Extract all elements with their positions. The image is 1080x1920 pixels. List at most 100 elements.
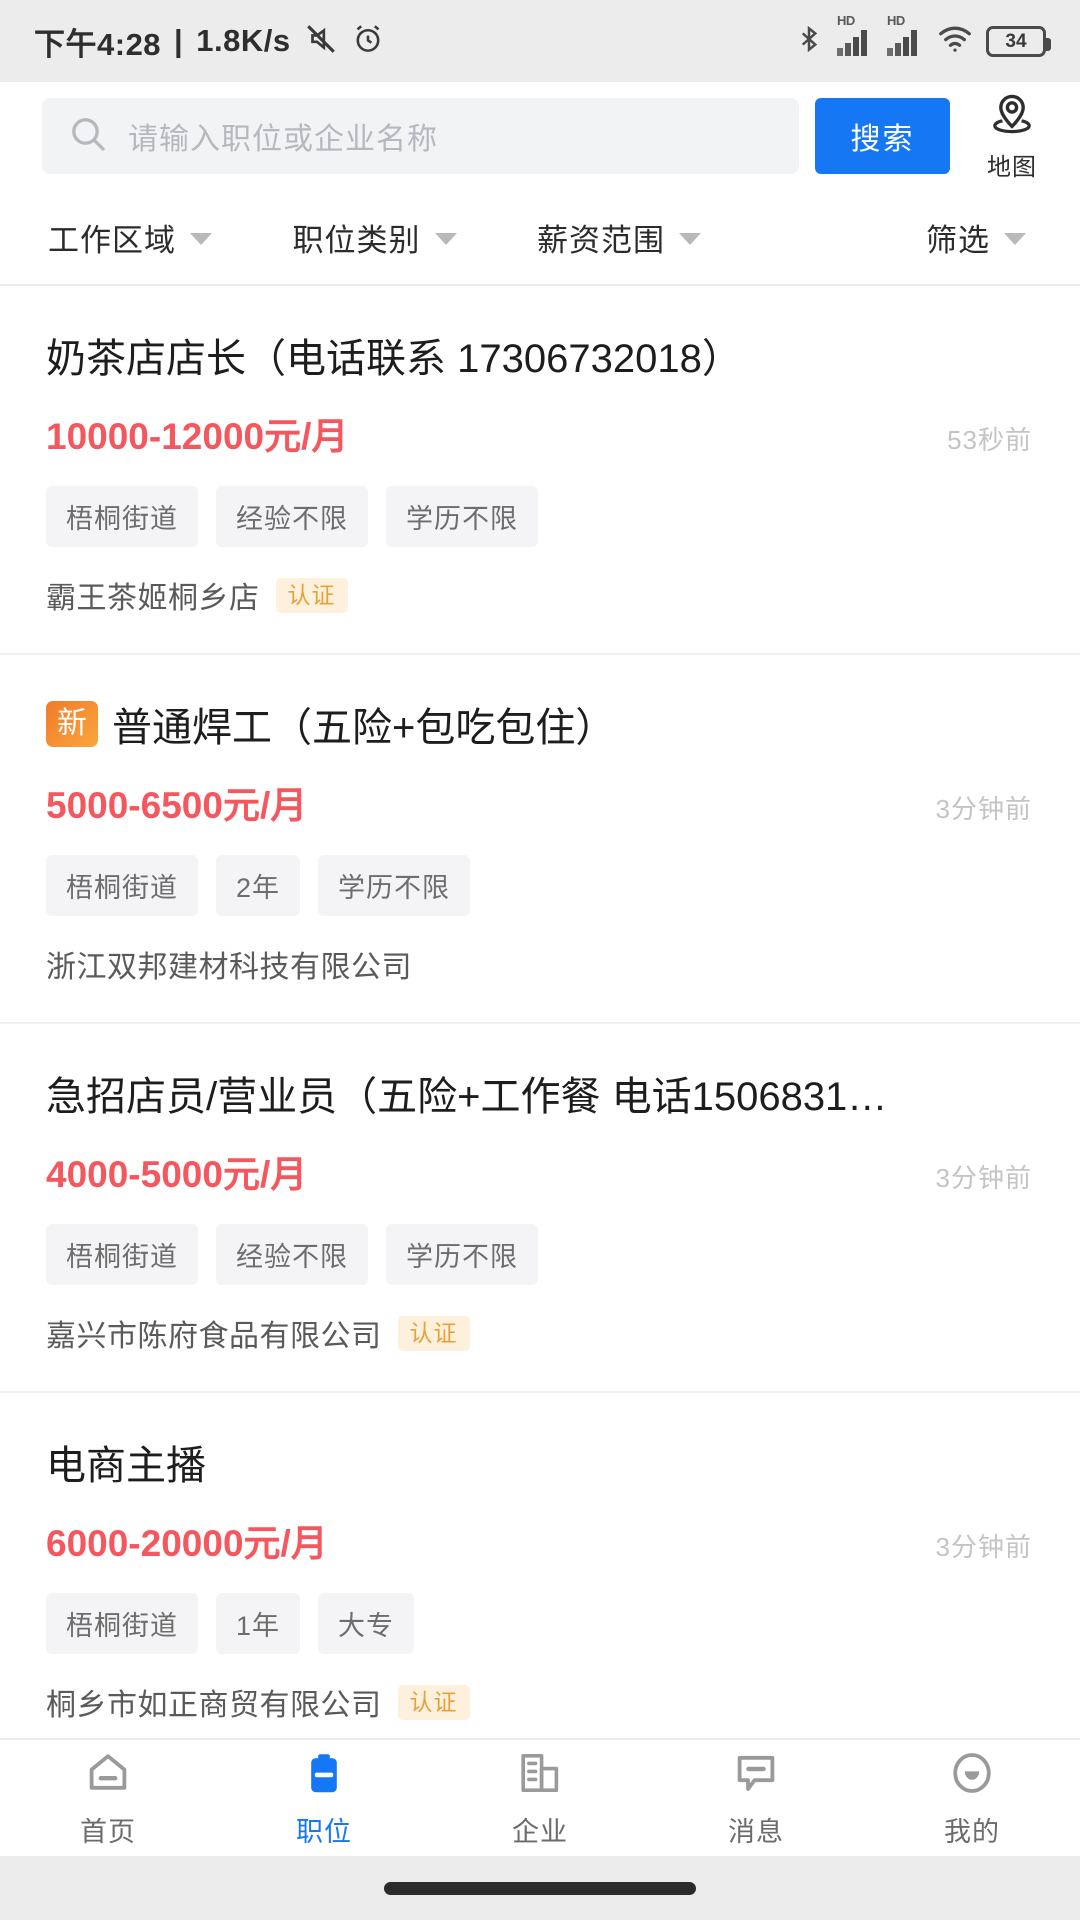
job-post-time: 53秒前 <box>947 420 1038 457</box>
tab-home[interactable]: 首页 <box>0 1747 216 1849</box>
job-salary: 6000-20000元/月 <box>46 1513 328 1567</box>
job-salary-row: 6000-20000元/月 3分钟前 <box>46 1513 1038 1567</box>
tab-profile[interactable]: 我的 <box>864 1747 1080 1849</box>
wifi-icon <box>936 24 974 59</box>
chevron-down-icon <box>435 233 457 245</box>
map-pin-icon <box>988 90 1036 143</box>
app-root: 下午4:28 | 1.8K/s <box>0 0 1080 1920</box>
job-tag: 经验不限 <box>216 486 368 547</box>
tab-home-label: 首页 <box>80 1810 136 1849</box>
status-bar: 下午4:28 | 1.8K/s <box>0 0 1080 82</box>
filter-work-area[interactable]: 工作区域 <box>48 215 293 260</box>
chevron-down-icon <box>190 233 212 245</box>
job-title: 急招店员/营业员（五险+工作餐 电话1506831… <box>46 1064 1038 1122</box>
job-list-item[interactable]: 新 普通焊工（五险+包吃包住） 5000-6500元/月 3分钟前 梧桐街道 2… <box>0 655 1080 1024</box>
job-post-time: 3分钟前 <box>936 789 1038 826</box>
job-company-row: 霸王茶姬桐乡店 认证 <box>46 573 1038 617</box>
job-post-time: 3分钟前 <box>936 1158 1038 1195</box>
chevron-down-icon <box>1004 233 1026 245</box>
job-salary: 4000-5000元/月 <box>46 1144 307 1198</box>
status-separator: | <box>174 23 183 59</box>
status-bar-right: HD HD <box>794 22 1046 61</box>
signal-hd-1-icon: HD <box>836 26 874 56</box>
new-badge: 新 <box>46 701 98 747</box>
job-tag: 学历不限 <box>386 486 538 547</box>
company-name: 霸王茶姬桐乡店 <box>46 573 260 617</box>
filter-work-area-label: 工作区域 <box>48 215 176 260</box>
company-name: 浙江双邦建材科技有限公司 <box>46 942 412 986</box>
search-input[interactable]: 请输入职位或企业名称 <box>42 98 799 174</box>
job-tags: 梧桐街道 2年 学历不限 <box>46 855 1038 916</box>
job-list[interactable]: 奶茶店店长（电话联系 17306732018） 10000-12000元/月 5… <box>0 286 1080 1738</box>
company-name: 桐乡市如正商贸有限公司 <box>46 1680 382 1724</box>
verified-badge: 认证 <box>398 1316 470 1351</box>
hd-label-1: HD <box>837 13 855 28</box>
bottom-nav: 首页 职位 企业 <box>0 1738 1080 1856</box>
search-header: 请输入职位或企业名称 搜索 地图 <box>0 82 1080 190</box>
job-title: 奶茶店店长（电话联系 17306732018） <box>46 326 1038 384</box>
job-title: 普通焊工（五险+包吃包住） <box>112 695 1038 753</box>
status-net-speed: 1.8K/s <box>196 23 290 59</box>
filter-more[interactable]: 筛选 <box>782 215 1043 260</box>
job-tags: 梧桐街道 1年 大专 <box>46 1593 1038 1654</box>
filter-more-label: 筛选 <box>926 215 990 260</box>
job-title-row: 奶茶店店长（电话联系 17306732018） <box>46 326 1038 384</box>
filter-bar: 工作区域 职位类别 薪资范围 筛选 <box>0 190 1080 286</box>
alarm-icon <box>351 22 385 61</box>
filter-salary-range-label: 薪资范围 <box>537 215 665 260</box>
job-company-row: 桐乡市如正商贸有限公司 认证 <box>46 1680 1038 1724</box>
tab-companies-label: 企业 <box>512 1810 568 1849</box>
job-title-row: 新 普通焊工（五险+包吃包住） <box>46 695 1038 753</box>
status-time: 下午4:28 <box>34 19 161 64</box>
map-label: 地图 <box>987 147 1037 182</box>
person-icon <box>946 1747 998 1799</box>
job-company-row: 浙江双邦建材科技有限公司 <box>46 942 1038 986</box>
battery-icon: 34 <box>986 26 1046 57</box>
job-title-row: 急招店员/营业员（五险+工作餐 电话1506831… <box>46 1064 1038 1122</box>
tab-jobs-label: 职位 <box>296 1810 352 1849</box>
signal-hd-2-icon: HD <box>886 26 924 56</box>
filter-job-category-label: 职位类别 <box>293 215 421 260</box>
job-tag: 大专 <box>318 1593 414 1654</box>
job-list-item[interactable]: 奶茶店店长（电话联系 17306732018） 10000-12000元/月 5… <box>0 286 1080 655</box>
job-salary-row: 4000-5000元/月 3分钟前 <box>46 1144 1038 1198</box>
job-company-row: 嘉兴市陈府食品有限公司 认证 <box>46 1311 1038 1355</box>
job-tag: 经验不限 <box>216 1224 368 1285</box>
tab-profile-label: 我的 <box>944 1810 1000 1849</box>
home-indicator[interactable] <box>384 1882 696 1895</box>
job-title: 电商主播 <box>46 1433 1038 1491</box>
filter-salary-range[interactable]: 薪资范围 <box>537 215 782 260</box>
home-indicator-bar <box>0 1856 1080 1920</box>
job-title-row: 电商主播 <box>46 1433 1038 1491</box>
tab-jobs[interactable]: 职位 <box>216 1747 432 1849</box>
job-post-time: 3分钟前 <box>936 1527 1038 1564</box>
briefcase-icon <box>298 1747 350 1799</box>
home-icon <box>82 1747 134 1799</box>
job-tag: 1年 <box>216 1593 300 1654</box>
tab-companies[interactable]: 企业 <box>432 1747 648 1849</box>
job-tag: 梧桐街道 <box>46 1593 198 1654</box>
verified-badge: 认证 <box>276 578 348 613</box>
search-placeholder: 请输入职位或企业名称 <box>128 114 438 158</box>
job-tag: 2年 <box>216 855 300 916</box>
job-tags: 梧桐街道 经验不限 学历不限 <box>46 486 1038 547</box>
mute-icon <box>304 22 338 61</box>
tab-messages[interactable]: 消息 <box>648 1747 864 1849</box>
hd-label-2: HD <box>887 13 905 28</box>
job-list-item[interactable]: 急招店员/营业员（五险+工作餐 电话1506831… 4000-5000元/月 … <box>0 1024 1080 1393</box>
building-icon <box>514 1747 566 1799</box>
job-tag: 梧桐街道 <box>46 855 198 916</box>
search-button[interactable]: 搜索 <box>815 98 950 174</box>
chat-icon <box>730 1747 782 1799</box>
company-name: 嘉兴市陈府食品有限公司 <box>46 1311 382 1355</box>
battery-level: 34 <box>1005 32 1026 51</box>
job-salary-row: 10000-12000元/月 53秒前 <box>46 406 1038 460</box>
job-salary-row: 5000-6500元/月 3分钟前 <box>46 775 1038 829</box>
tab-messages-label: 消息 <box>728 1810 784 1849</box>
filter-job-category[interactable]: 职位类别 <box>293 215 538 260</box>
map-button[interactable]: 地图 <box>966 90 1058 182</box>
verified-badge: 认证 <box>398 1685 470 1720</box>
job-list-item[interactable]: 电商主播 6000-20000元/月 3分钟前 梧桐街道 1年 大专 桐乡市如正… <box>0 1393 1080 1738</box>
bluetooth-icon <box>794 22 824 61</box>
status-bar-left: 下午4:28 | 1.8K/s <box>34 19 385 64</box>
